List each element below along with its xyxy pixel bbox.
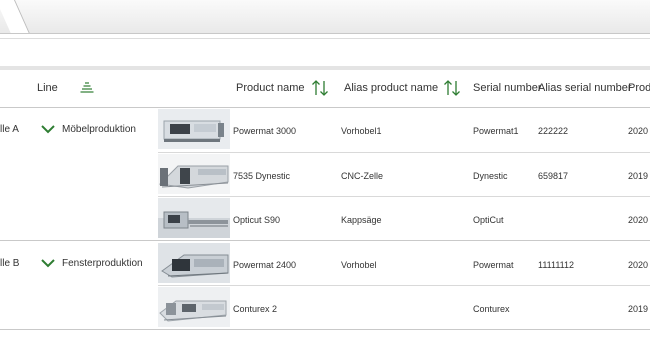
cell-product-name: Powermat 2400 [233, 260, 297, 270]
cell-year: 2019 [628, 304, 649, 314]
cell-alias-serial: 222222 [538, 126, 569, 136]
cell-serial-number: Dynestic [473, 171, 508, 181]
sort-icon[interactable] [311, 79, 329, 97]
cell-alias-product: CNC-Zelle [341, 171, 384, 181]
cell-alias-serial: 11111112 [538, 260, 575, 270]
cell-alias-serial: 659817 [538, 171, 569, 181]
cell-alias-product: Vorhobel1 [341, 126, 382, 136]
tab-edge [0, 0, 30, 33]
cell-product-name: Conturex 2 [233, 304, 278, 314]
header-product-name[interactable]: Product name [236, 82, 304, 94]
machine-thumbnail[interactable] [158, 109, 230, 149]
header-alias-serial-number[interactable]: Alias serial number [538, 82, 632, 94]
cell-serial-number: Powermat [473, 260, 514, 270]
cell-product-name: 7535 Dynestic [233, 171, 291, 181]
sort-icon[interactable] [443, 79, 461, 97]
machine-thumbnail[interactable] [158, 154, 230, 194]
list-filter-icon[interactable] [80, 81, 94, 95]
group-cell-label: lle A [0, 124, 19, 135]
group-line-name: Möbelproduktion [62, 124, 136, 135]
header-alias-product-name[interactable]: Alias product name [344, 82, 438, 94]
header-production[interactable]: Prod [628, 82, 650, 94]
cell-year: 2019 [628, 171, 649, 181]
row-divider [158, 196, 650, 197]
row-divider [158, 285, 650, 286]
machine-thumbnail[interactable] [158, 287, 230, 327]
group-divider [0, 329, 650, 330]
top-tab-bar [0, 0, 650, 34]
table-header-row: Line Product name Alias product name Ser… [0, 70, 650, 108]
group-cell-label: lle B [0, 258, 20, 269]
cell-year: 2020 [628, 260, 649, 270]
cell-year: 2020 [628, 215, 649, 225]
chevron-down-icon[interactable] [41, 124, 55, 134]
machine-thumbnail[interactable] [158, 198, 230, 238]
header-serial-number[interactable]: Serial number [473, 82, 541, 94]
toolbar-divider [0, 38, 650, 39]
machine-thumbnail[interactable] [158, 243, 230, 283]
group-line-name: Fensterproduktion [62, 258, 143, 269]
cell-serial-number: Conturex [473, 304, 510, 314]
cell-serial-number: OptiCut [473, 215, 504, 225]
cell-serial-number: Powermat1 [473, 126, 519, 136]
cell-product-name: Powermat 3000 [233, 126, 297, 136]
row-divider [158, 152, 650, 153]
header-line: Line [37, 82, 58, 94]
chevron-down-icon[interactable] [41, 258, 55, 268]
cell-alias-product: Kappsäge [341, 215, 382, 225]
cell-alias-product: Vorhobel [341, 260, 377, 270]
cell-year: 2020 [628, 126, 649, 136]
cell-product-name: Opticut S90 [233, 215, 281, 225]
group-divider [0, 240, 650, 241]
